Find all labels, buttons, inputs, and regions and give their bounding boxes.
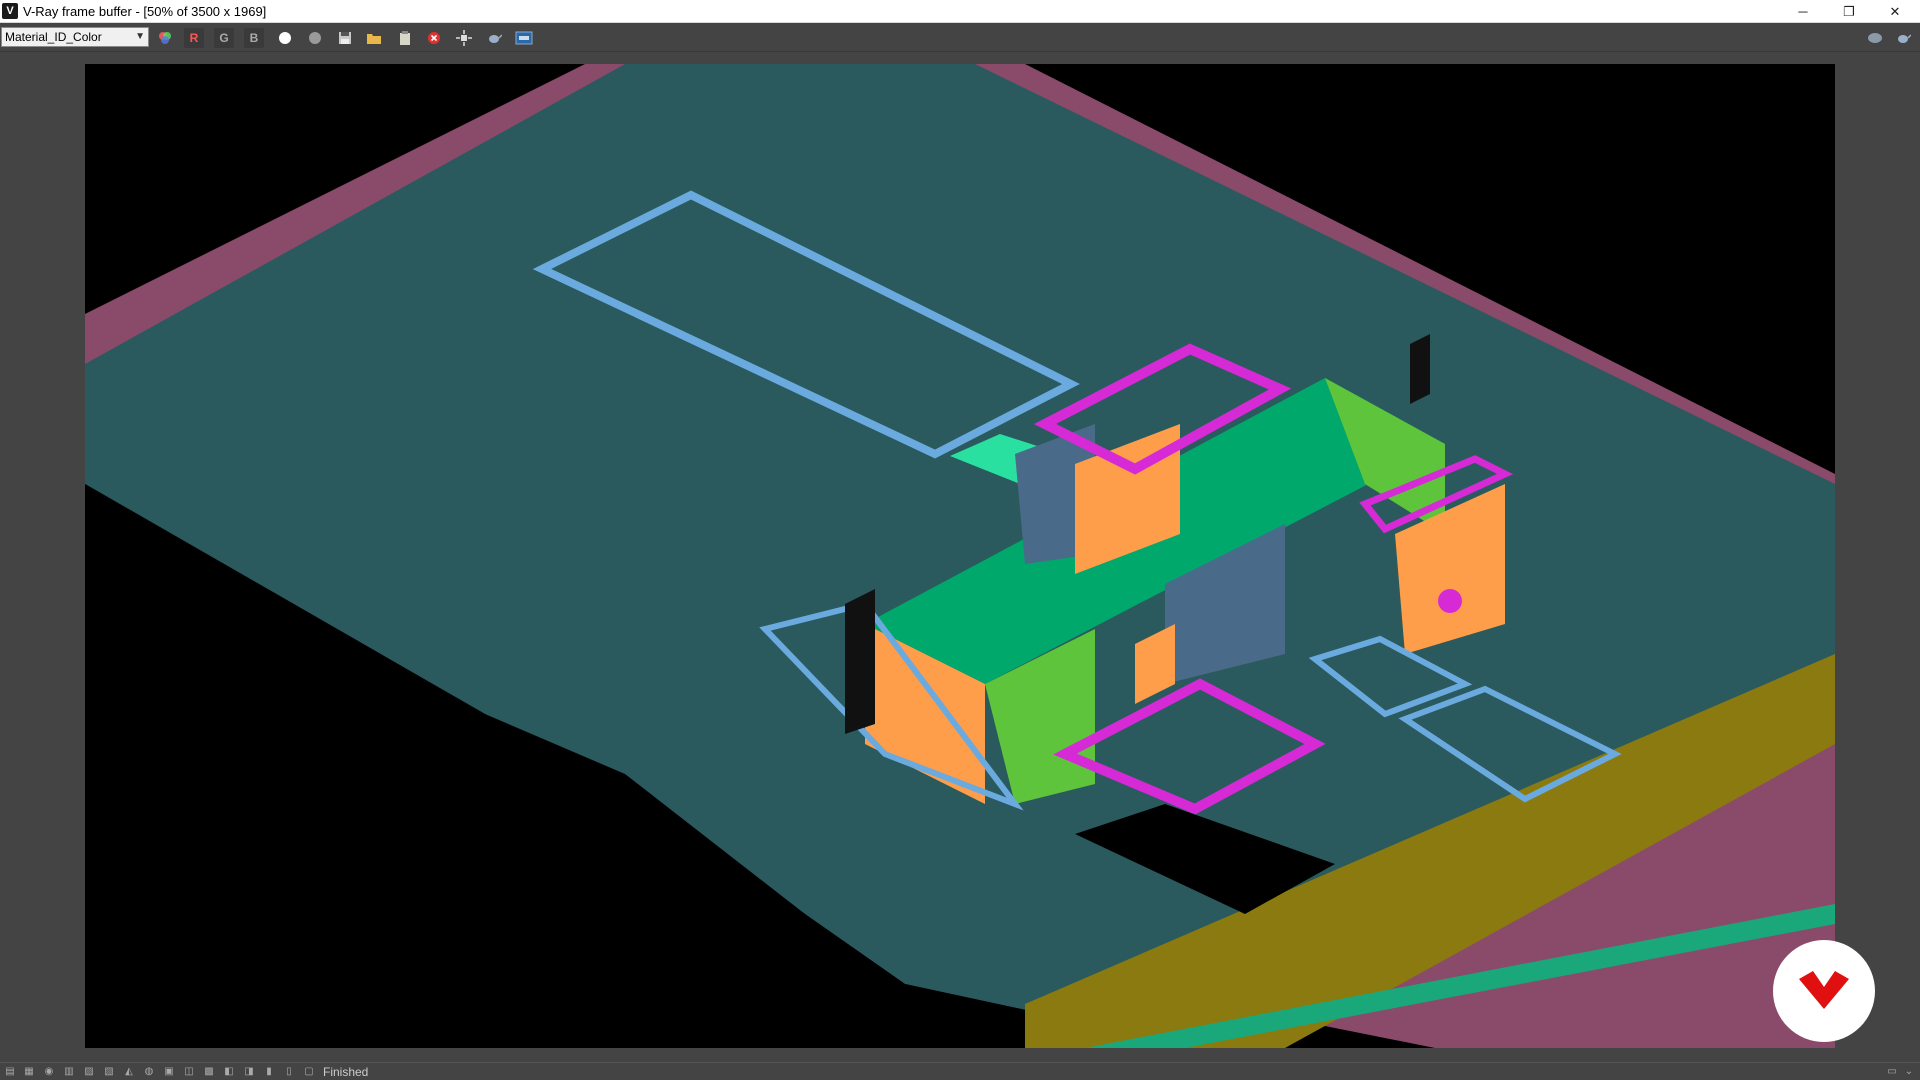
status-text: Finished <box>323 1065 369 1079</box>
status-icon-8[interactable]: ◍ <box>142 1065 156 1078</box>
window-title: V-Ray frame buffer - [50% of 3500 x 1969… <box>23 4 267 19</box>
brand-logo <box>1773 940 1875 1042</box>
status-icon-right-2[interactable]: ⌄ <box>1902 1065 1916 1078</box>
status-icon-6[interactable]: ▧ <box>102 1065 116 1078</box>
render-history-icon[interactable] <box>514 28 534 48</box>
status-icon-10[interactable]: ◫ <box>182 1065 196 1078</box>
status-icon-4[interactable]: ▥ <box>62 1065 76 1078</box>
blue-channel-button[interactable]: B <box>244 28 264 48</box>
toolbar: Material_ID_Color ▼ R G B <box>0 23 1920 52</box>
red-channel-button[interactable]: R <box>184 28 204 48</box>
status-icon-3[interactable]: ◉ <box>42 1065 56 1078</box>
save-icon[interactable] <box>335 28 355 48</box>
gray-dot-icon[interactable] <box>305 28 325 48</box>
teapot-icon[interactable] <box>484 28 504 48</box>
status-icon-1[interactable]: ▤ <box>3 1065 17 1078</box>
teapot-render-icon[interactable] <box>1893 28 1913 48</box>
green-channel-button[interactable]: G <box>214 28 234 48</box>
render-element-selected: Material_ID_Color <box>5 30 102 44</box>
minimize-button[interactable]: ─ <box>1780 0 1826 23</box>
status-icon-14[interactable]: ▮ <box>262 1065 276 1078</box>
lens-icon[interactable] <box>1865 28 1885 48</box>
chevron-down-icon: ▼ <box>135 31 145 42</box>
status-icon-11[interactable]: ▩ <box>202 1065 216 1078</box>
status-icon-12[interactable]: ◧ <box>222 1065 236 1078</box>
vray-app-icon: V <box>2 3 18 19</box>
status-icon-5[interactable]: ▨ <box>82 1065 96 1078</box>
material-id-render <box>85 64 1835 1064</box>
white-dot-icon[interactable] <box>275 28 295 48</box>
status-icon-16[interactable]: ▢ <box>302 1065 316 1078</box>
status-icon-15[interactable]: ▯ <box>282 1065 296 1078</box>
render-element-dropdown[interactable]: Material_ID_Color ▼ <box>1 27 149 47</box>
open-folder-icon[interactable] <box>364 28 384 48</box>
close-button[interactable]: ✕ <box>1872 0 1918 23</box>
render-image[interactable] <box>85 64 1835 1064</box>
restore-button[interactable]: ❐ <box>1826 0 1872 23</box>
clipboard-icon[interactable] <box>395 28 415 48</box>
status-icon-9[interactable]: ▣ <box>162 1065 176 1078</box>
status-icon-7[interactable]: ◭ <box>122 1065 136 1078</box>
title-bar: V V-Ray frame buffer - [50% of 3500 x 19… <box>0 0 1920 23</box>
region-render-icon[interactable] <box>454 28 474 48</box>
color-channels-icon[interactable] <box>155 28 175 48</box>
logo-chevron-icon <box>1799 971 1849 1009</box>
status-icon-13[interactable]: ◨ <box>242 1065 256 1078</box>
status-icon-2[interactable]: ▦ <box>22 1065 36 1078</box>
clear-icon[interactable] <box>424 28 444 48</box>
status-bar: ▤ ▦ ◉ ▥ ▨ ▧ ◭ ◍ ▣ ◫ ▩ ◧ ◨ ▮ ▯ ▢ Finished… <box>0 1062 1920 1080</box>
status-icon-right-1[interactable]: ▭ <box>1885 1065 1899 1078</box>
